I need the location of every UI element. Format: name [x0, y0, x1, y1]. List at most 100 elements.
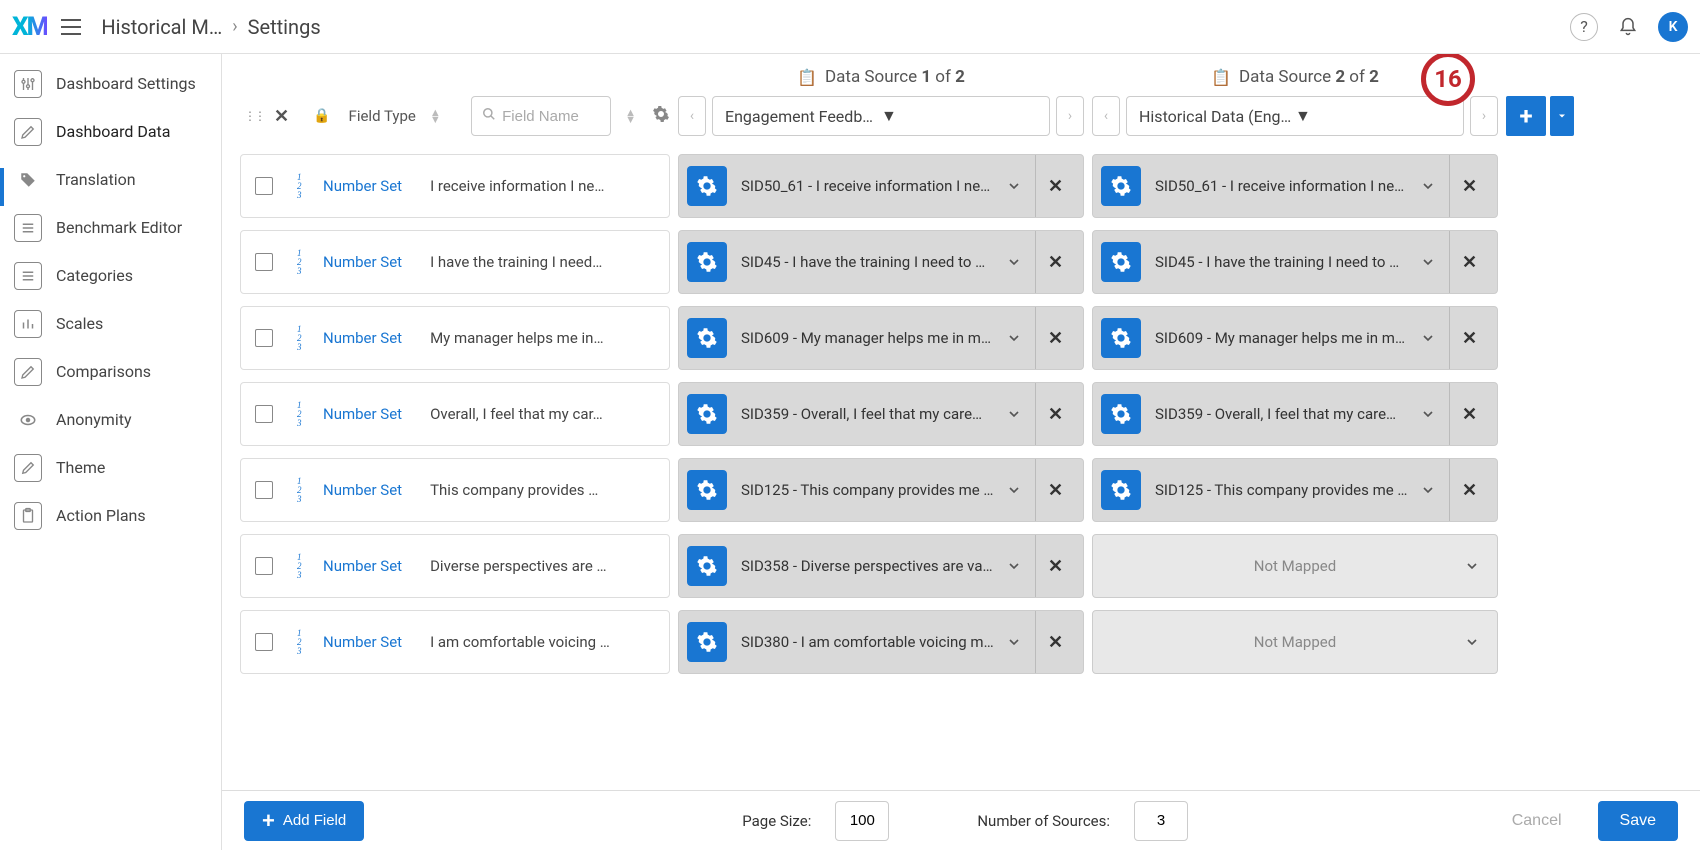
gear-button[interactable]: [687, 394, 727, 434]
row-checkbox[interactable]: [255, 557, 273, 575]
chevron-down-icon[interactable]: [999, 558, 1029, 574]
row-checkbox[interactable]: [255, 329, 273, 347]
help-icon[interactable]: ?: [1570, 13, 1598, 41]
drag-handle-icon[interactable]: ⋮⋮: [244, 109, 264, 123]
logo-m: M: [27, 12, 48, 42]
gear-button[interactable]: [1101, 470, 1141, 510]
remove-mapping-button[interactable]: ✕: [1035, 611, 1075, 673]
mapping-label: SID609 - My manager helps me in m…: [741, 329, 999, 347]
mapping-label: SID359 - Overall, I feel that my care…: [741, 405, 999, 423]
hamburger-icon[interactable]: [59, 15, 83, 39]
page-size-input[interactable]: [835, 801, 889, 841]
sidebar-item-translation[interactable]: Translation: [0, 156, 221, 204]
sidebar-item-anonymity[interactable]: Anonymity: [0, 396, 221, 444]
chevron-down-icon[interactable]: [999, 634, 1029, 650]
cancel-button[interactable]: Cancel: [1512, 812, 1562, 830]
field-type-label: Number Set: [323, 253, 402, 271]
remove-mapping-button[interactable]: ✕: [1035, 307, 1075, 369]
sidebar-item-dashboard-settings[interactable]: Dashboard Settings: [0, 60, 221, 108]
mapping-row: SID50_61 - I receive information I ne…✕: [1092, 154, 1498, 218]
mapping-row[interactable]: Not Mapped: [1092, 534, 1498, 598]
remove-mapping-button[interactable]: ✕: [1035, 383, 1075, 445]
remove-mapping-button[interactable]: ✕: [1449, 383, 1489, 445]
row-checkbox[interactable]: [255, 405, 273, 423]
prev-source-button[interactable]: ‹: [1092, 96, 1120, 136]
chevron-down-icon[interactable]: [999, 482, 1029, 498]
add-source-button[interactable]: +: [1506, 96, 1546, 136]
gear-button[interactable]: [687, 242, 727, 282]
field-type-header[interactable]: Field Type: [349, 107, 416, 125]
gear-icon[interactable]: [652, 105, 670, 128]
chevron-down-icon[interactable]: [1457, 634, 1487, 650]
gear-button[interactable]: [687, 622, 727, 662]
add-source-dropdown[interactable]: [1550, 96, 1574, 136]
chevron-down-icon[interactable]: [999, 330, 1029, 346]
close-icon[interactable]: ✕: [274, 106, 289, 127]
content-area: 16 ⋮⋮ ✕ 🔒 Field Type ▲▼: [222, 54, 1700, 850]
chevron-down-icon[interactable]: [999, 254, 1029, 270]
remove-mapping-button[interactable]: ✕: [1449, 459, 1489, 521]
remove-mapping-button[interactable]: ✕: [1449, 231, 1489, 293]
sidebar-item-benchmark-editor[interactable]: Benchmark Editor: [0, 204, 221, 252]
source-select[interactable]: Historical Data (Engagement Fe… ▼: [1126, 96, 1464, 136]
sidebar-item-theme[interactable]: Theme: [0, 444, 221, 492]
prev-source-button[interactable]: ‹: [678, 96, 706, 136]
bell-icon[interactable]: [1614, 13, 1642, 41]
row-checkbox[interactable]: [255, 253, 273, 271]
row-checkbox[interactable]: [255, 633, 273, 651]
sidebar-item-categories[interactable]: Categories: [0, 252, 221, 300]
gear-button[interactable]: [687, 546, 727, 586]
chevron-down-icon[interactable]: [999, 178, 1029, 194]
source-header: 📋 Data Source 1 of 2: [678, 64, 1084, 90]
row-checkbox[interactable]: [255, 481, 273, 499]
pencil-icon: [14, 118, 42, 146]
gear-button[interactable]: [1101, 394, 1141, 434]
chevron-down-icon[interactable]: [1413, 406, 1443, 422]
mapping-row: SID609 - My manager helps me in m…✕: [1092, 306, 1498, 370]
gear-button[interactable]: [687, 318, 727, 358]
remove-mapping-button[interactable]: ✕: [1449, 307, 1489, 369]
breadcrumb-item[interactable]: Historical M…: [101, 15, 222, 39]
gear-button[interactable]: [1101, 242, 1141, 282]
next-source-button[interactable]: ›: [1056, 96, 1084, 136]
sidebar-item-action-plans[interactable]: Action Plans: [0, 492, 221, 540]
row-checkbox[interactable]: [255, 177, 273, 195]
remove-mapping-button[interactable]: ✕: [1035, 459, 1075, 521]
next-source-button[interactable]: ›: [1470, 96, 1498, 136]
page-size-label: Page Size:: [742, 812, 811, 830]
source-select[interactable]: Engagement Feedback Template ▼: [712, 96, 1050, 136]
not-mapped-label: Not Mapped: [1254, 557, 1336, 575]
chevron-down-icon[interactable]: [1413, 482, 1443, 498]
num-sources-input[interactable]: [1134, 801, 1188, 841]
gear-button[interactable]: [1101, 166, 1141, 206]
fields-column: ⋮⋮ ✕ 🔒 Field Type ▲▼ ▲▼: [240, 64, 670, 686]
search-input[interactable]: [502, 108, 592, 125]
chevron-down-icon[interactable]: [1413, 330, 1443, 346]
sort-icon[interactable]: ▲▼: [625, 109, 636, 123]
chevron-down-icon[interactable]: [1457, 558, 1487, 574]
sidebar-item-comparisons[interactable]: Comparisons: [0, 348, 221, 396]
remove-mapping-button[interactable]: ✕: [1035, 231, 1075, 293]
mapping-row: SID125 - This company provides me …✕: [678, 458, 1084, 522]
breadcrumb-item[interactable]: Settings: [248, 15, 321, 39]
remove-mapping-button[interactable]: ✕: [1449, 155, 1489, 217]
add-field-button[interactable]: + Add Field: [244, 801, 364, 841]
gear-button[interactable]: [1101, 318, 1141, 358]
logo: XM: [12, 12, 47, 42]
save-button[interactable]: Save: [1598, 801, 1678, 841]
mapping-row[interactable]: Not Mapped: [1092, 610, 1498, 674]
sidebar-item-scales[interactable]: Scales: [0, 300, 221, 348]
avatar[interactable]: K: [1658, 12, 1688, 42]
remove-mapping-button[interactable]: ✕: [1035, 535, 1075, 597]
chevron-down-icon[interactable]: [1413, 178, 1443, 194]
sidebar-item-dashboard-data[interactable]: Dashboard Data: [0, 108, 221, 156]
lock-icon[interactable]: 🔒: [313, 108, 330, 124]
gear-button[interactable]: [687, 166, 727, 206]
mapping-row: SID359 - Overall, I feel that my care… ✕: [678, 382, 1084, 446]
sort-icon[interactable]: ▲▼: [430, 109, 441, 123]
gear-button[interactable]: [687, 470, 727, 510]
remove-mapping-button[interactable]: ✕: [1035, 155, 1075, 217]
chevron-down-icon[interactable]: [999, 406, 1029, 422]
sidebar: Dashboard Settings Dashboard Data Transl…: [0, 54, 222, 850]
chevron-down-icon[interactable]: [1413, 254, 1443, 270]
